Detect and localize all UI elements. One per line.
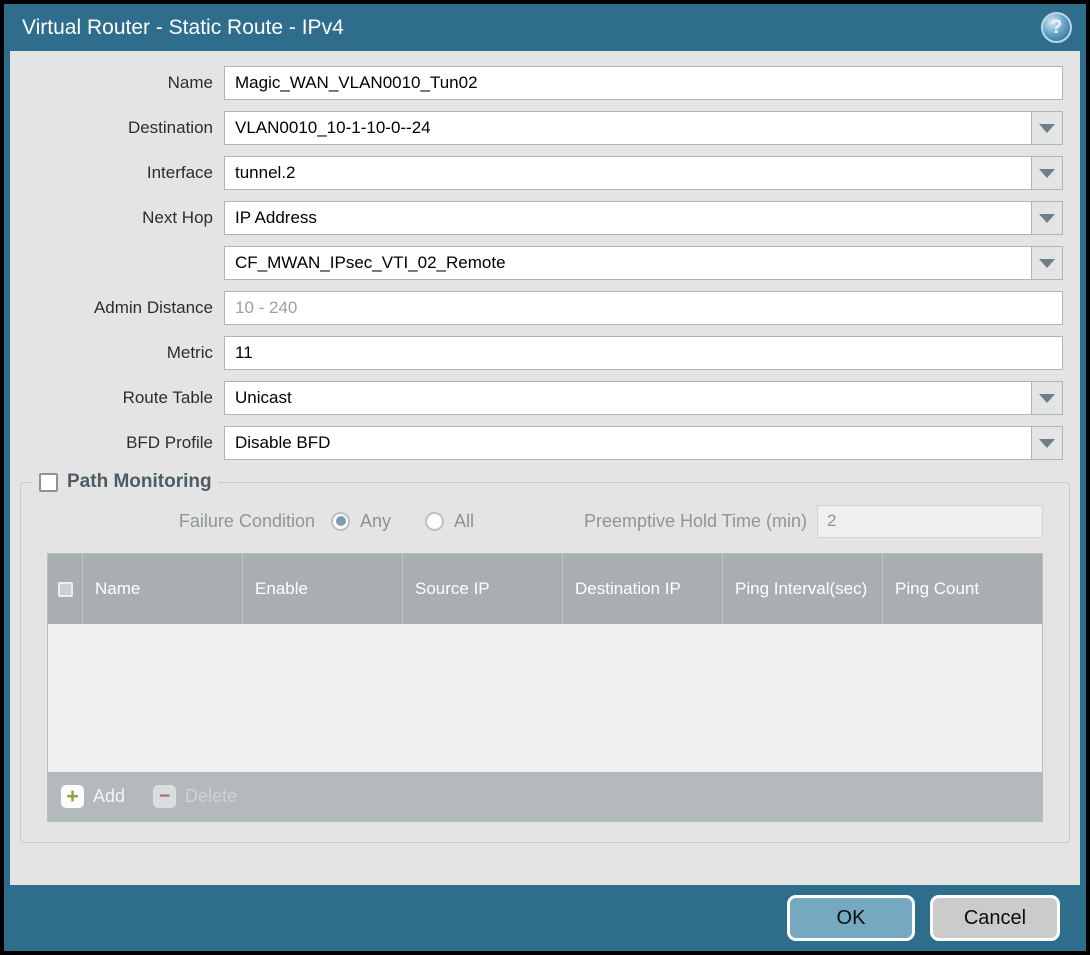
static-route-dialog: Virtual Router - Static Route - IPv4 ? N… — [0, 0, 1090, 955]
next-hop-type-dropdown-button[interactable] — [1032, 201, 1063, 235]
form-row-name: Name — [20, 66, 1063, 100]
table-toolbar: + Add − Delete — [48, 772, 1042, 821]
form-row-bfd-profile: BFD Profile — [20, 426, 1063, 460]
all-radio[interactable] — [425, 512, 444, 531]
admin-distance-label: Admin Distance — [20, 298, 213, 318]
destination-input[interactable] — [224, 111, 1032, 145]
chevron-down-icon — [1039, 394, 1055, 403]
next-hop-type-input[interactable] — [224, 201, 1032, 235]
route-table-dropdown-button[interactable] — [1032, 381, 1063, 415]
path-monitoring-table: Name Enable Source IP Destination IP Pin… — [47, 553, 1043, 822]
add-button[interactable]: + Add — [61, 785, 125, 808]
minus-icon: − — [153, 785, 176, 808]
destination-label: Destination — [20, 118, 213, 138]
name-input[interactable] — [224, 66, 1063, 100]
path-monitoring-checkbox[interactable] — [39, 473, 58, 492]
next-hop-label: Next Hop — [20, 208, 213, 228]
dialog-body: Name Destination Interface Next Hop — [10, 51, 1080, 885]
ok-button[interactable]: OK — [787, 895, 915, 941]
form-row-next-hop: Next Hop — [20, 201, 1063, 235]
select-all-column — [48, 554, 82, 624]
chevron-down-icon — [1039, 124, 1055, 133]
preemptive-hold-time-label: Preemptive Hold Time (min) — [584, 511, 807, 532]
delete-button[interactable]: − Delete — [153, 785, 237, 808]
interface-dropdown-button[interactable] — [1032, 156, 1063, 190]
failure-condition-label: Failure Condition — [47, 511, 315, 532]
destination-dropdown-button[interactable] — [1032, 111, 1063, 145]
select-all-checkbox[interactable] — [58, 582, 73, 597]
add-button-label: Add — [93, 786, 125, 807]
chevron-down-icon — [1039, 439, 1055, 448]
column-header-enable: Enable — [242, 554, 402, 624]
dialog-titlebar: Virtual Router - Static Route - IPv4 ? — [4, 4, 1086, 51]
radio-option-any: Any — [331, 511, 391, 532]
form-row-next-hop-address — [20, 246, 1063, 280]
next-hop-address-input[interactable] — [224, 246, 1032, 280]
cancel-button[interactable]: Cancel — [930, 895, 1060, 941]
help-icon[interactable]: ? — [1041, 12, 1072, 43]
path-monitoring-section: Path Monitoring Failure Condition Any Al… — [20, 471, 1070, 843]
route-table-label: Route Table — [20, 388, 213, 408]
form-row-interface: Interface — [20, 156, 1063, 190]
column-header-ping-count: Ping Count — [882, 554, 1042, 624]
preemptive-hold-time-input[interactable] — [817, 505, 1043, 538]
next-hop-address-dropdown-button[interactable] — [1032, 246, 1063, 280]
column-header-name: Name — [82, 554, 242, 624]
route-table-input[interactable] — [224, 381, 1032, 415]
plus-icon: + — [61, 785, 84, 808]
form-row-destination: Destination — [20, 111, 1063, 145]
dialog-title: Virtual Router - Static Route - IPv4 — [22, 16, 1041, 40]
column-header-source-ip: Source IP — [402, 554, 562, 624]
delete-button-label: Delete — [185, 786, 237, 807]
any-radio[interactable] — [331, 512, 350, 531]
interface-label: Interface — [20, 163, 213, 183]
metric-input[interactable] — [224, 336, 1063, 370]
table-body-empty — [48, 624, 1042, 772]
all-radio-label: All — [454, 511, 474, 532]
interface-input[interactable] — [224, 156, 1032, 190]
radio-option-all: All — [425, 511, 474, 532]
chevron-down-icon — [1039, 214, 1055, 223]
path-monitoring-title: Path Monitoring — [67, 471, 212, 493]
bfd-profile-dropdown-button[interactable] — [1032, 426, 1063, 460]
chevron-down-icon — [1039, 169, 1055, 178]
metric-label: Metric — [20, 343, 213, 363]
any-radio-label: Any — [360, 511, 391, 532]
name-label: Name — [20, 73, 213, 93]
chevron-down-icon — [1039, 259, 1055, 268]
form-row-admin-distance: Admin Distance — [20, 291, 1063, 325]
column-header-destination-ip: Destination IP — [562, 554, 722, 624]
form-row-route-table: Route Table — [20, 381, 1063, 415]
form-row-metric: Metric — [20, 336, 1063, 370]
bfd-profile-input[interactable] — [224, 426, 1032, 460]
column-header-ping-interval: Ping Interval(sec) — [722, 554, 882, 624]
dialog-footer: OK Cancel — [4, 885, 1086, 951]
bfd-profile-label: BFD Profile — [20, 433, 213, 453]
radio-selected-dot — [336, 516, 346, 526]
failure-condition-row: Failure Condition Any All Preemptive Hol… — [47, 503, 1043, 539]
path-monitoring-legend: Path Monitoring — [33, 471, 218, 493]
admin-distance-input[interactable] — [224, 291, 1063, 325]
table-header-row: Name Enable Source IP Destination IP Pin… — [48, 554, 1042, 624]
